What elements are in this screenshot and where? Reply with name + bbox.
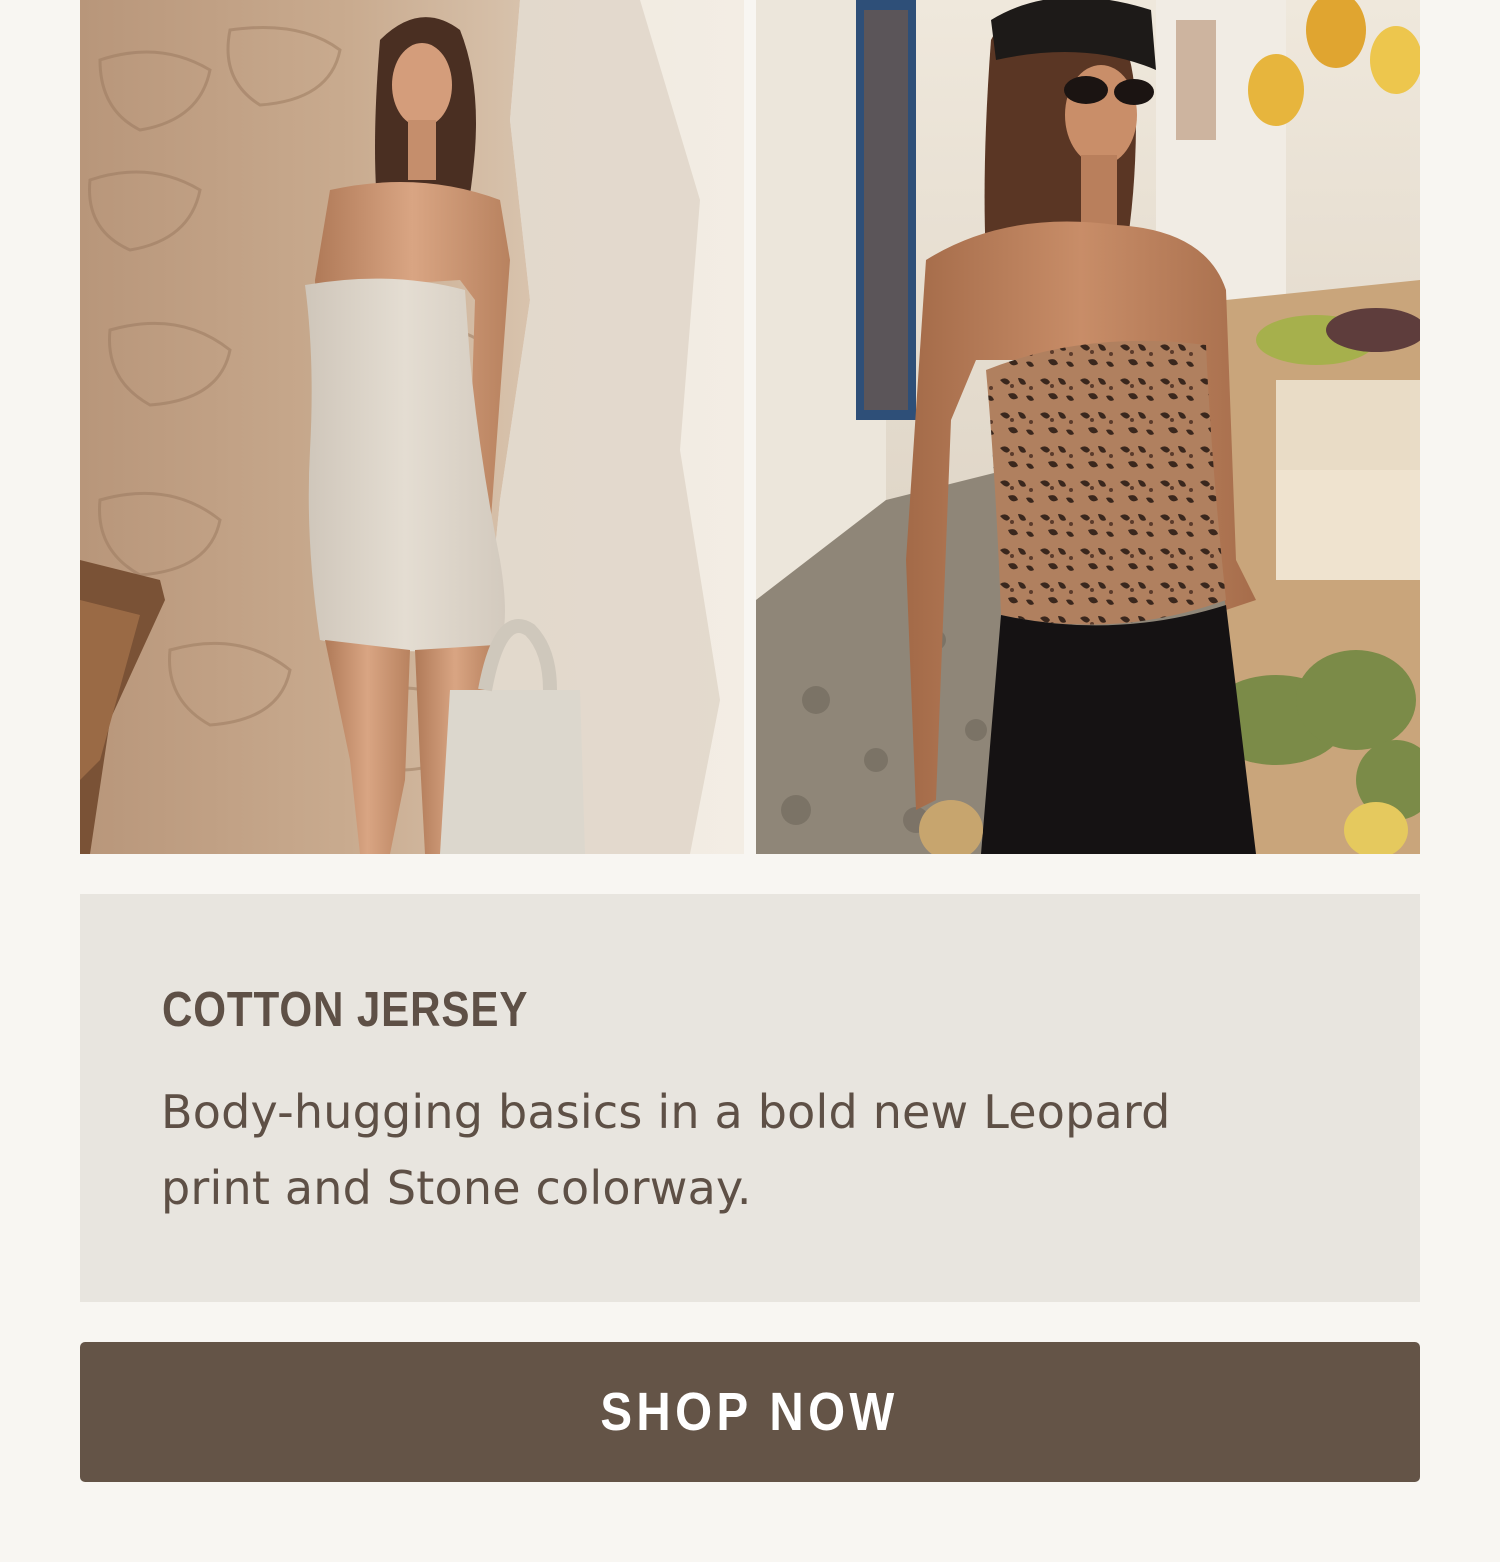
stone-dress-photo[interactable] <box>80 0 744 854</box>
promo-card: COTTON JERSEY Body-hugging basics in a b… <box>80 894 1420 1302</box>
email-promo-section: COTTON JERSEY Body-hugging basics in a b… <box>0 0 1500 1562</box>
shop-now-label: SHOP NOW <box>600 1382 900 1442</box>
shop-now-button[interactable]: SHOP NOW <box>80 1342 1420 1482</box>
promo-description: Body-hugging basics in a bold new Leopar… <box>161 1085 1171 1215</box>
leopard-top-photo[interactable] <box>756 0 1420 854</box>
promo-title: COTTON JERSEY <box>162 983 529 1037</box>
leopard-top-image <box>756 0 1420 854</box>
stone-dress-image <box>80 0 744 854</box>
